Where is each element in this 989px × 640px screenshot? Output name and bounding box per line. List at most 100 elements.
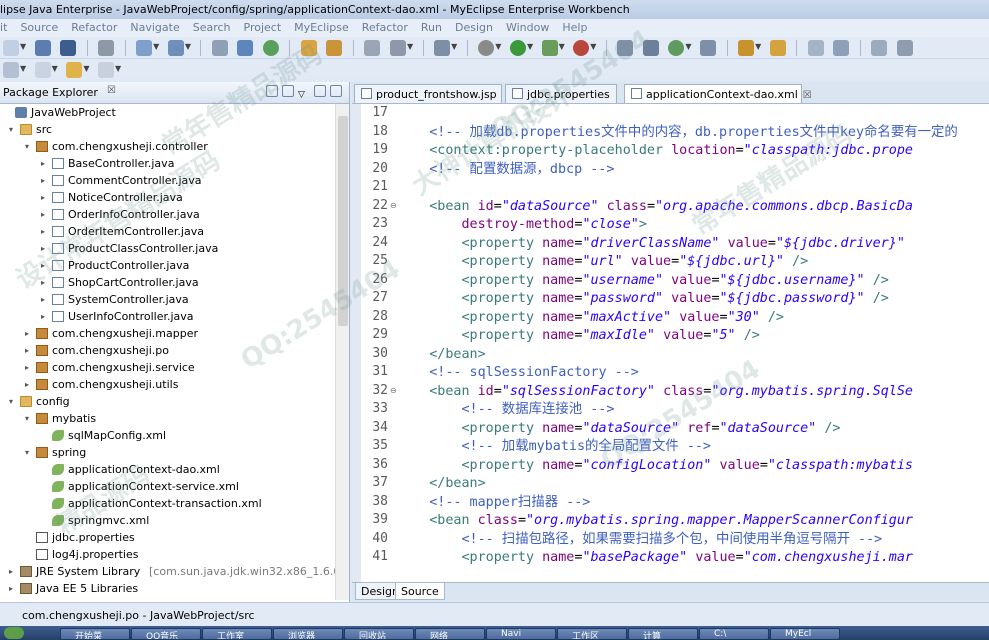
- code-line[interactable]: <property name="maxActive" value="30" />: [397, 309, 785, 328]
- gear-icon[interactable]: [478, 40, 495, 56]
- code-line[interactable]: <property name="password" value="${jdbc.…: [397, 290, 889, 309]
- outline-icon[interactable]: [833, 40, 850, 56]
- chevron-down-icon[interactable]: ▼: [590, 42, 596, 51]
- close-icon[interactable]: ☒: [803, 90, 812, 101]
- tree-item[interactable]: ▾ src: [0, 121, 335, 138]
- collapse-arrow-icon[interactable]: ▸: [38, 189, 48, 206]
- chevron-down-icon[interactable]: ▼: [685, 42, 691, 51]
- code-line[interactable]: <!-- 配置数据源，dbcp -->: [397, 161, 614, 180]
- code-line[interactable]: <property name="configLocation" value="c…: [397, 457, 914, 476]
- tree-item[interactable]: ▸ ProductController.java: [0, 257, 335, 274]
- tree-item[interactable]: ▸ NoticeController.java: [0, 189, 335, 206]
- taskbar-button[interactable]: C:\: [699, 628, 769, 640]
- start-button[interactable]: [4, 627, 24, 639]
- collapse-arrow-icon[interactable]: ▸: [38, 155, 48, 172]
- new-package-icon[interactable]: [364, 40, 381, 56]
- refresh-icon[interactable]: [668, 40, 685, 56]
- run-icon[interactable]: [509, 40, 526, 56]
- menu-item[interactable]: Navigate: [130, 19, 179, 34]
- debug-icon[interactable]: [541, 40, 558, 56]
- code-line[interactable]: <!-- mapper扫描器 -->: [397, 494, 590, 513]
- code-line[interactable]: <property name="basePackage" value="com.…: [397, 549, 914, 568]
- code-line[interactable]: <property name="driverClassName" value="…: [397, 235, 905, 254]
- open-icon[interactable]: [769, 40, 786, 56]
- new-icon[interactable]: [3, 40, 19, 56]
- code-line[interactable]: </bean>: [397, 475, 485, 494]
- code-line[interactable]: destroy-method="close">: [397, 216, 647, 235]
- expand-arrow-icon[interactable]: ▾: [22, 410, 32, 427]
- chevron-down-icon[interactable]: ▼: [185, 42, 191, 51]
- package-explorer-title[interactable]: Package Explorer: [3, 86, 98, 99]
- chevron-down-icon[interactable]: ▼: [115, 64, 121, 73]
- view-menu-icon[interactable]: ▽: [298, 90, 310, 102]
- fold-toggle-icon[interactable]: ⊖: [390, 201, 397, 210]
- tree-item[interactable]: log4j.properties: [0, 546, 335, 563]
- tree-item[interactable]: applicationContext-service.xml: [0, 478, 335, 495]
- taskbar-button[interactable]: Navi: [486, 628, 556, 640]
- code-line[interactable]: <bean class="org.mybatis.spring.mapper.M…: [397, 512, 913, 531]
- search-icon[interactable]: [642, 40, 659, 56]
- new-class-icon[interactable]: [389, 40, 406, 56]
- menu-item[interactable]: Design: [455, 19, 493, 34]
- menu-item[interactable]: Project: [244, 19, 282, 34]
- chevron-down-icon[interactable]: ▼: [451, 42, 457, 51]
- collapse-arrow-icon[interactable]: ▸: [22, 376, 32, 393]
- tree-item[interactable]: ▾ com.chengxusheji.controller: [0, 138, 335, 155]
- code-line[interactable]: <bean id="sqlSessionFactory" class="org.…: [397, 383, 913, 402]
- chevron-down-icon[interactable]: ▼: [527, 42, 533, 51]
- collapse-arrow-icon[interactable]: ▸: [38, 240, 48, 257]
- back-arrow-icon[interactable]: [66, 62, 83, 78]
- tree-item[interactable]: ▸ com.chengxusheji.po: [0, 342, 335, 359]
- collapse-arrow-icon[interactable]: ▸: [22, 342, 32, 359]
- code-line[interactable]: <context:property-placeholder location="…: [397, 142, 913, 161]
- expand-arrow-icon[interactable]: ▾: [6, 393, 16, 410]
- layout-icon[interactable]: [871, 40, 888, 56]
- close-icon[interactable]: ☒: [107, 85, 116, 96]
- code-line[interactable]: <!-- 数据库连接池 -->: [397, 401, 614, 420]
- chevron-down-icon[interactable]: ▼: [153, 42, 159, 51]
- collapse-arrow-icon[interactable]: ▸: [38, 291, 48, 308]
- collapse-arrow-icon[interactable]: ▸: [38, 308, 48, 325]
- menu-item[interactable]: Refactor: [71, 19, 117, 34]
- chevron-down-icon[interactable]: ▼: [83, 64, 89, 73]
- tree-item[interactable]: ▾ config: [0, 393, 335, 410]
- code-line[interactable]: <!-- 加载mybatis的全局配置文件 -->: [397, 438, 711, 457]
- open-perspective-icon[interactable]: [617, 40, 634, 56]
- taskbar-button[interactable]: 工作室: [202, 628, 272, 640]
- menu-item[interactable]: lit: [0, 19, 7, 34]
- collapse-arrow-icon[interactable]: ▸: [6, 563, 16, 580]
- taskbar-button[interactable]: 开始菜: [60, 628, 130, 640]
- menu-item[interactable]: Run: [421, 19, 442, 34]
- tab-product-frontshow[interactable]: product_frontshow.jsp: [354, 84, 502, 103]
- taskbar-button[interactable]: 计算: [628, 628, 698, 640]
- fold-toggle-icon[interactable]: ⊖: [390, 386, 397, 395]
- save-all-icon[interactable]: [60, 40, 77, 56]
- deploy-project-icon[interactable]: [237, 40, 254, 56]
- expand-arrow-icon[interactable]: ▾: [6, 121, 16, 138]
- format-icon[interactable]: [807, 40, 824, 56]
- code-line[interactable]: <bean id="dataSource" class="org.apache.…: [397, 198, 913, 217]
- deploy-icon[interactable]: [136, 40, 153, 56]
- tree-item[interactable]: ▸ Java EE 5 Libraries: [0, 580, 335, 597]
- chevron-down-icon[interactable]: ▼: [52, 64, 58, 73]
- server-icon[interactable]: [167, 40, 184, 56]
- taskbar-button[interactable]: 网络: [415, 628, 485, 640]
- tree-item[interactable]: ▸ OrderItemController.java: [0, 223, 335, 240]
- chevron-down-icon[interactable]: ▼: [559, 42, 565, 51]
- chevron-down-icon[interactable]: ▼: [755, 42, 761, 51]
- collapse-arrow-icon[interactable]: ▸: [38, 206, 48, 223]
- tree-item[interactable]: ▸ com.chengxusheji.utils: [0, 376, 335, 393]
- tree-item[interactable]: ▸ BaseController.java: [0, 155, 335, 172]
- menu-item[interactable]: Help: [562, 19, 587, 34]
- tab-jdbc-properties[interactable]: jdbc.properties: [505, 84, 617, 103]
- collapse-arrow-icon[interactable]: ▸: [38, 223, 48, 240]
- taskbar-button[interactable]: 工作区: [557, 628, 627, 640]
- collapse-arrow-icon[interactable]: ▸: [38, 257, 48, 274]
- edit-icon[interactable]: [738, 40, 755, 56]
- chevron-down-icon[interactable]: ▼: [495, 42, 501, 51]
- link-editor-icon[interactable]: [282, 85, 294, 97]
- collapse-all-icon[interactable]: [266, 85, 278, 97]
- tree-item[interactable]: ▸ UserInfoController.java: [0, 308, 335, 325]
- tree-item[interactable]: ▾ spring: [0, 444, 335, 461]
- maximize-icon[interactable]: [330, 85, 342, 97]
